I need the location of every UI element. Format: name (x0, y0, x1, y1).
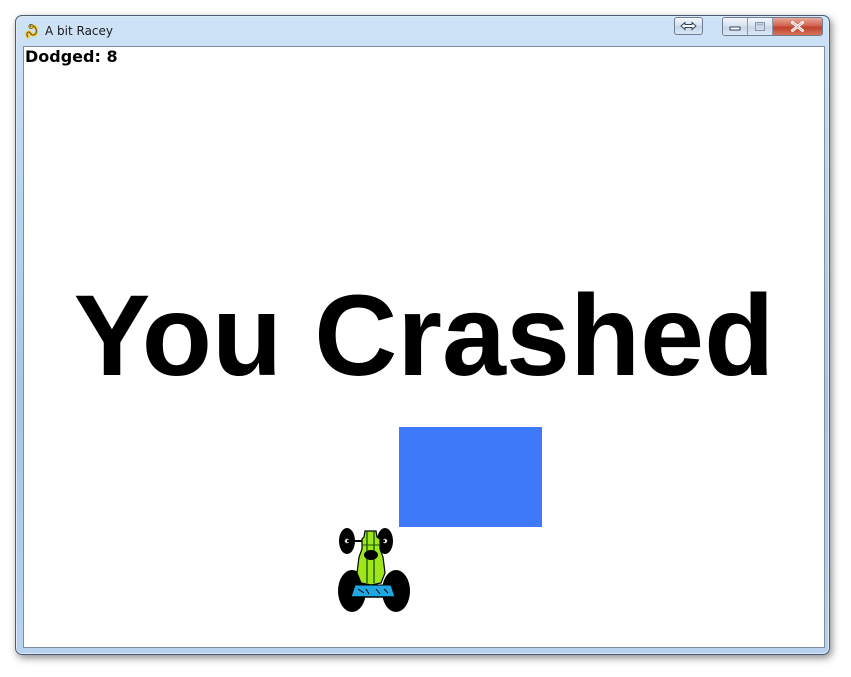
maximize-button[interactable] (748, 18, 773, 35)
crash-message: You Crashed (73, 272, 775, 400)
window-title: A bit Racey (45, 24, 114, 38)
rear-wing (350, 584, 396, 598)
pygame-snake-icon (24, 23, 40, 39)
resize-toggle-button[interactable] (674, 17, 703, 35)
game-canvas[interactable]: Dodged: 8 You Crashed (23, 46, 825, 648)
dodged-score: Dodged: 8 (25, 47, 118, 66)
title-bar[interactable]: A bit Racey (16, 16, 829, 46)
minimize-button[interactable] (723, 18, 748, 35)
window-controls (722, 17, 823, 36)
minimize-icon (729, 26, 741, 31)
racecar-sprite (338, 528, 410, 612)
falling-block (399, 427, 542, 527)
close-button[interactable] (773, 18, 822, 35)
game-window: A bit Racey Dodged: 8 You Crashed (15, 15, 830, 655)
maximize-icon (755, 22, 765, 31)
cockpit (364, 550, 378, 560)
close-icon (791, 21, 804, 32)
resize-toggle-icon (680, 21, 697, 31)
